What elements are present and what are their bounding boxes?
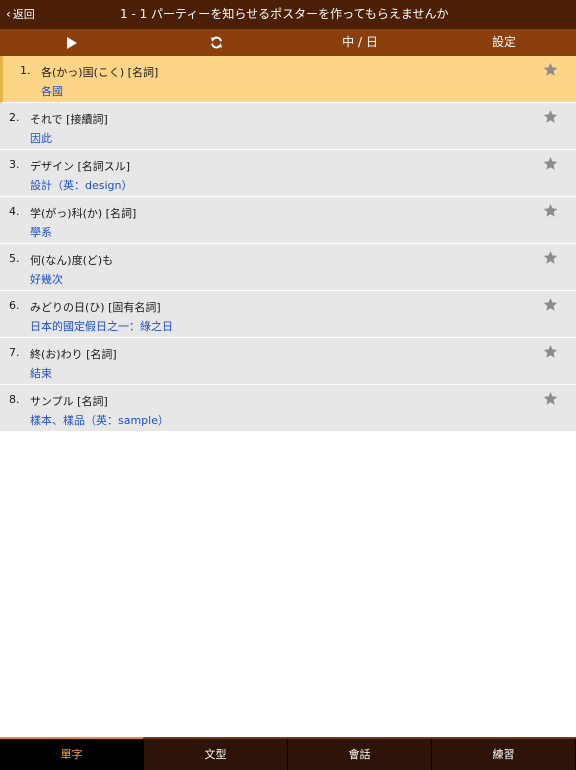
row-meaning: 日本的國定假日之一：綠之日 xyxy=(30,320,173,333)
star-icon[interactable] xyxy=(543,344,558,359)
tab-sentence-patterns[interactable]: 文型 xyxy=(144,739,288,770)
row-index: 4. xyxy=(9,205,20,218)
word-row[interactable]: 1. 各(かっ)国(こく) [名詞] 各國 xyxy=(0,56,576,103)
star-icon[interactable] xyxy=(543,156,558,171)
row-meaning: 各國 xyxy=(41,85,63,98)
word-row[interactable]: 4. 学(がっ)科(か) [名詞] 學系 xyxy=(0,197,576,244)
row-index: 5. xyxy=(9,252,20,265)
settings-button[interactable]: 設定 xyxy=(464,29,544,56)
row-index: 3. xyxy=(9,158,20,171)
star-icon[interactable] xyxy=(543,391,558,406)
word-row[interactable]: 5. 何(なん)度(ど)も 好幾次 xyxy=(0,244,576,291)
row-index: 6. xyxy=(9,299,20,312)
navigation-bar: ‹ 返回 1 - 1 パーティーを知らせるポスターを作ってもらえませんか xyxy=(0,0,576,29)
word-list: 1. 各(かっ)国(こく) [名詞] 各國 2. それで [接續詞] 因此 3.… xyxy=(0,56,576,432)
word-row[interactable]: 3. デザイン [名詞スル] 設計（英：design） xyxy=(0,150,576,197)
row-term: 各(かっ)国(こく) [名詞] xyxy=(41,66,159,79)
repeat-button[interactable] xyxy=(176,29,256,56)
row-index: 7. xyxy=(9,346,20,359)
word-row[interactable]: 6. みどりの日(ひ) [固有名詞] 日本的國定假日之一：綠之日 xyxy=(0,291,576,338)
row-term: 何(なん)度(ど)も xyxy=(30,254,114,267)
row-term: サンプル [名詞] xyxy=(30,395,108,408)
row-index: 2. xyxy=(9,111,20,124)
chevron-left-icon: ‹ xyxy=(6,7,11,21)
row-meaning: 好幾次 xyxy=(30,273,63,286)
tab-vocabulary[interactable]: 單字 xyxy=(0,737,144,770)
language-toggle[interactable]: 中 / 日 xyxy=(320,29,400,56)
row-meaning: 樣本、樣品（英：sample） xyxy=(30,414,169,427)
row-term: 学(がっ)科(か) [名詞] xyxy=(30,207,137,220)
play-button[interactable] xyxy=(32,29,112,56)
toolbar: 中 / 日 設定 xyxy=(0,29,576,56)
word-row[interactable]: 2. それで [接續詞] 因此 xyxy=(0,103,576,150)
tab-conversation[interactable]: 會話 xyxy=(288,739,432,770)
word-row[interactable]: 8. サンプル [名詞] 樣本、樣品（英：sample） xyxy=(0,385,576,432)
play-icon xyxy=(67,36,77,49)
repeat-icon xyxy=(210,36,222,49)
tab-practice[interactable]: 練習 xyxy=(432,739,576,770)
word-row[interactable]: 7. 終(お)わり [名詞] 結束 xyxy=(0,338,576,385)
row-term: それで [接續詞] xyxy=(30,113,108,126)
row-meaning: 因此 xyxy=(30,132,52,145)
back-label: 返回 xyxy=(12,8,35,21)
row-term: みどりの日(ひ) [固有名詞] xyxy=(30,301,161,314)
page-title: 1 - 1 パーティーを知らせるポスターを作ってもらえませんか xyxy=(120,7,449,21)
row-meaning: 學系 xyxy=(30,226,52,239)
back-button[interactable]: ‹ 返回 xyxy=(6,0,35,29)
row-term: デザイン [名詞スル] xyxy=(30,160,131,173)
row-meaning: 設計（英：design） xyxy=(30,179,133,192)
row-term: 終(お)わり [名詞] xyxy=(30,348,117,361)
star-icon[interactable] xyxy=(543,62,558,77)
tab-bar: 單字 文型 會話 練習 xyxy=(0,737,576,770)
star-icon[interactable] xyxy=(543,297,558,312)
star-icon[interactable] xyxy=(543,250,558,265)
row-index: 8. xyxy=(9,393,20,406)
row-meaning: 結束 xyxy=(30,367,52,380)
row-index: 1. xyxy=(20,64,31,77)
star-icon[interactable] xyxy=(543,109,558,124)
star-icon[interactable] xyxy=(543,203,558,218)
